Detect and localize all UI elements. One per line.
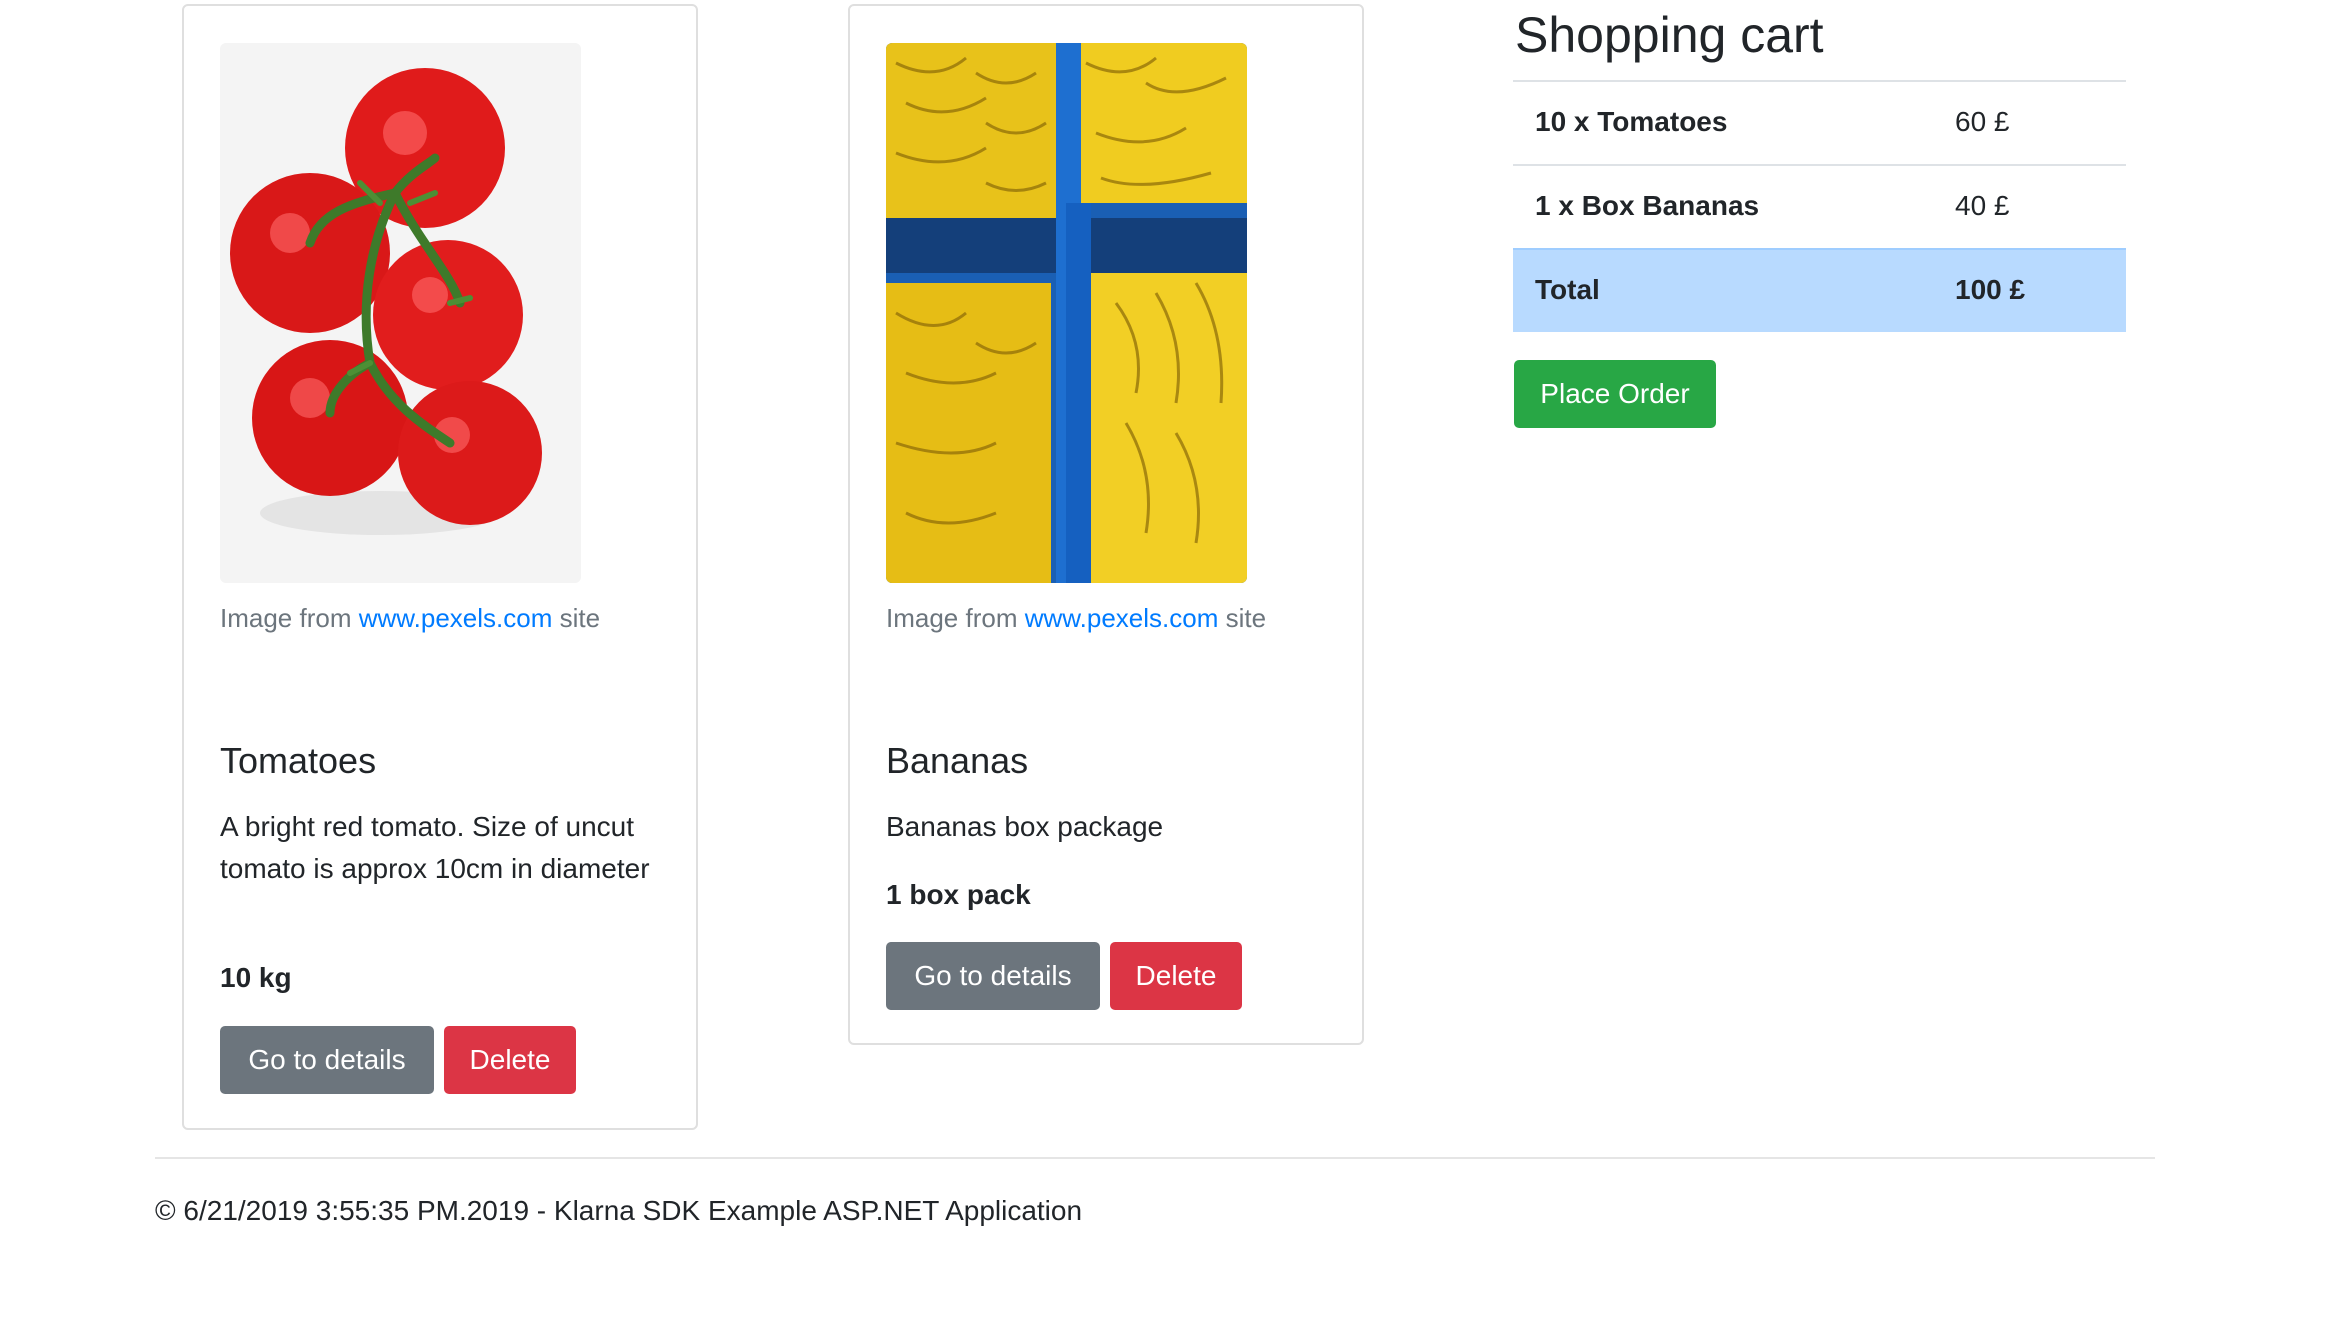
image-credit-prefix: Image from	[220, 603, 352, 633]
cart-row: 1 x Box Bananas 40 £	[1513, 164, 2126, 248]
product-card-tomatoes: Image from www.pexels.com site Tomatoes …	[182, 4, 698, 1130]
product-title: Bananas	[886, 740, 1029, 781]
footer-divider	[155, 1157, 2155, 1159]
image-credit-suffix: site	[559, 603, 601, 633]
product-image-tomatoes	[220, 43, 581, 583]
product-title: Tomatoes	[220, 740, 377, 781]
product-quantity: 1 box pack	[886, 879, 1031, 910]
footer-copyright: © 6/21/2019 3:55:35 PM.2019 - Klarna SDK…	[155, 1195, 1083, 1226]
pexels-link[interactable]: www.pexels.com	[359, 603, 553, 633]
image-credit: Image from www.pexels.com site	[886, 603, 1266, 634]
product-card-bananas: Image from www.pexels.com site Bananas B…	[848, 4, 1364, 1045]
page: Image from www.pexels.com site Tomatoes …	[0, 0, 2326, 1334]
cart-title: Shopping cart	[1515, 7, 1824, 63]
cart-item-label: 1 x Box Bananas	[1535, 190, 1760, 221]
cart-total-price: 100 £	[1955, 274, 2026, 305]
delete-button[interactable]: Delete	[1110, 942, 1242, 1010]
cart-item-price: 40 £	[1955, 190, 2010, 221]
delete-button[interactable]: Delete	[444, 1026, 576, 1094]
place-order-button[interactable]: Place Order	[1514, 360, 1716, 428]
product-description: Bananas box package	[886, 811, 1164, 842]
image-credit-suffix: site	[1225, 603, 1267, 633]
cart-item-price: 60 £	[1955, 106, 2010, 137]
cart-total-label: Total	[1535, 274, 1600, 305]
cart-row: 10 x Tomatoes 60 £	[1513, 80, 2126, 164]
cart-total-row: Total 100 £	[1513, 248, 2126, 332]
product-quantity: 10 kg	[220, 962, 292, 993]
cart-item-label: 10 x Tomatoes	[1535, 106, 1728, 137]
go-to-details-button[interactable]: Go to details	[220, 1026, 434, 1094]
pexels-link[interactable]: www.pexels.com	[1025, 603, 1219, 633]
image-credit-prefix: Image from	[886, 603, 1018, 633]
product-image-bananas	[886, 43, 1247, 583]
product-description: A bright red tomato. Size of uncut tomat…	[220, 811, 650, 884]
go-to-details-button[interactable]: Go to details	[886, 942, 1100, 1010]
image-credit: Image from www.pexels.com site	[220, 603, 600, 634]
